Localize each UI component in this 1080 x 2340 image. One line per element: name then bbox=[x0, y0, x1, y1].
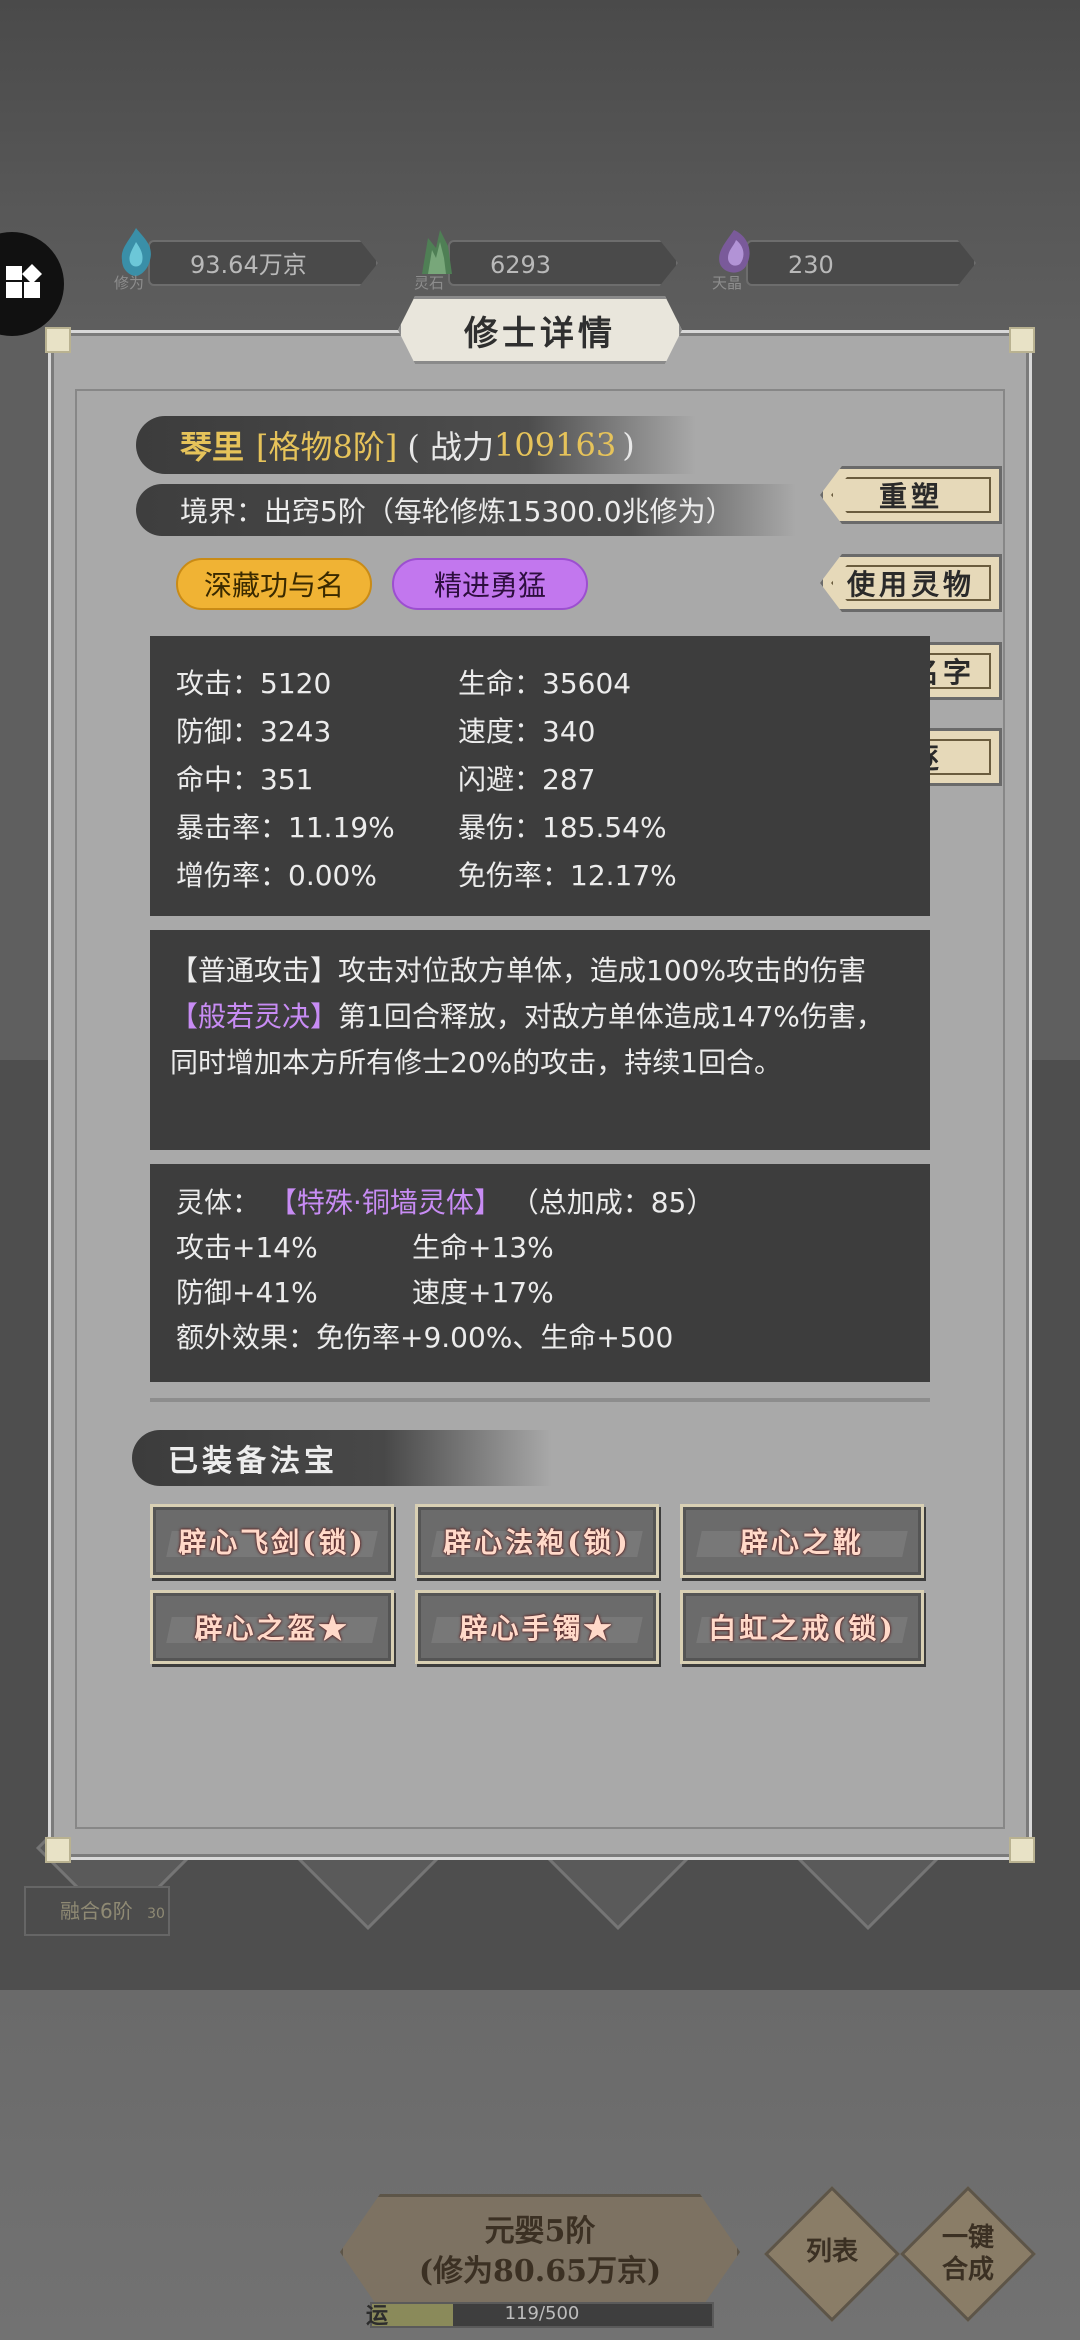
power-value: 109163 bbox=[494, 426, 617, 464]
equipment-slot[interactable]: 辟心手镯★ bbox=[415, 1590, 659, 1664]
stat-hp: 生命：35604 bbox=[458, 667, 632, 700]
spirit-body-stat: 生命+13% bbox=[412, 1231, 554, 1264]
frame-corner bbox=[45, 327, 71, 353]
equipped-treasures-header: 已装备法宝 bbox=[132, 1430, 552, 1486]
stat-damage-bonus: 增伤率：0.00% bbox=[176, 859, 377, 892]
skill-name: 【般若灵决】 bbox=[170, 1000, 339, 1033]
skills-panel: 【普通攻击】攻击对位敌方单体，造成100%攻击的伤害 【般若灵决】第1回合释放，… bbox=[150, 930, 930, 1150]
stat-dodge: 闪避：287 bbox=[458, 763, 596, 796]
equipment-slot[interactable]: 白虹之戒(锁) bbox=[680, 1590, 924, 1664]
resource-spirit-stone: 6293 灵石 bbox=[408, 230, 678, 292]
stat-defense: 防御：3243 bbox=[176, 715, 332, 748]
luck-value: 119/500 bbox=[504, 2303, 580, 2324]
dialog-title: 修士详情 bbox=[398, 296, 682, 364]
spirit-body-stat: 速度+17% bbox=[412, 1276, 554, 1309]
stat-row: 命中：351 闪避：287 bbox=[176, 756, 904, 804]
spirit-body-name: 【特殊·铜墙灵体】 bbox=[268, 1186, 502, 1219]
spirit-body-total: （总加成：85） bbox=[510, 1186, 715, 1219]
reshape-button[interactable]: 重塑 bbox=[820, 466, 1002, 524]
spirit-body-row: 攻击+14% 生命+13% bbox=[176, 1225, 904, 1270]
breakthrough-button[interactable]: 元婴5阶 (修为80.65万京) bbox=[340, 2194, 740, 2310]
auto-merge-label-2: 合成 bbox=[941, 2255, 994, 2285]
list-button-label: 列表 bbox=[805, 2237, 858, 2267]
cultivator-name: 琴里 bbox=[180, 428, 245, 466]
card-number: 30 bbox=[147, 1906, 165, 1922]
resource-caption: 灵石 bbox=[414, 274, 445, 292]
equipment-name: 辟心法袍(锁) bbox=[443, 1526, 631, 1559]
stat-crit-rate: 暴击率：11.19% bbox=[176, 811, 395, 844]
spirit-body-stat: 防御+41% bbox=[176, 1276, 318, 1309]
power-suffix: ) bbox=[622, 426, 635, 464]
use-spirit-item-label: 使用灵物 bbox=[846, 568, 975, 601]
resource-sky-crystal: 230 天晶 bbox=[706, 230, 976, 292]
skill-description: 攻击对位敌方单体，造成100%攻击的伤害 bbox=[338, 954, 867, 987]
realm-info: 境界：出窍5阶（每轮修炼15300.0兆修为） bbox=[136, 484, 796, 536]
breakthrough-rank: 元婴5阶 bbox=[484, 2214, 596, 2249]
trait-tag-purple[interactable]: 精进勇猛 bbox=[392, 558, 588, 610]
background-cultivator-card: 融合6阶 30 bbox=[24, 1886, 170, 1936]
frame-corner bbox=[1009, 1837, 1035, 1863]
section-divider bbox=[150, 1398, 930, 1402]
stat-speed: 速度：340 bbox=[458, 715, 596, 748]
resource-caption: 天晶 bbox=[712, 274, 743, 292]
puzzle-icon bbox=[6, 264, 42, 298]
skill-normal-attack: 【普通攻击】攻击对位敌方单体，造成100%攻击的伤害 bbox=[170, 948, 910, 994]
stat-attack: 攻击：5120 bbox=[176, 667, 332, 700]
trait-tag-gold[interactable]: 深藏功与名 bbox=[176, 558, 372, 610]
spirit-body-header: 灵体： 【特殊·铜墙灵体】 （总加成：85） bbox=[176, 1180, 904, 1225]
equipment-name: 辟心飞剑(锁) bbox=[178, 1526, 366, 1559]
cultivator-rank: [格物8阶] bbox=[256, 428, 398, 466]
luck-label: 运 bbox=[366, 2304, 389, 2329]
equipment-name: 辟心之盔★ bbox=[194, 1612, 350, 1645]
spirit-body-panel: 灵体： 【特殊·铜墙灵体】 （总加成：85） 攻击+14% 生命+13% 防御+… bbox=[150, 1164, 930, 1382]
skill-special: 【般若灵决】第1回合释放，对敌方单体造成147%伤害，同时增加本方所有修士20%… bbox=[170, 994, 910, 1086]
stat-row: 攻击：5120 生命：35604 bbox=[176, 660, 904, 708]
luck-progress-bar: 119/500 bbox=[370, 2302, 714, 2328]
breakthrough-cost: (修为80.65万京) bbox=[418, 2254, 662, 2289]
card-label: 融合6阶 bbox=[60, 1899, 133, 1923]
stat-damage-reduction: 免伤率：12.17% bbox=[458, 859, 677, 892]
equipment-name: 辟心手镯★ bbox=[459, 1612, 615, 1645]
resource-caption: 修为 bbox=[114, 274, 145, 292]
stats-panel: 攻击：5120 生命：35604 防御：3243 速度：340 命中：351 闪… bbox=[150, 636, 930, 916]
use-spirit-item-button[interactable]: 使用灵物 bbox=[820, 554, 1002, 612]
cultivator-name-banner: 琴里 [格物8阶] ( 战力 109163 ) bbox=[136, 416, 696, 474]
frame-corner bbox=[1009, 327, 1035, 353]
power-prefix: ( 战力 bbox=[407, 428, 495, 466]
stat-row: 防御：3243 速度：340 bbox=[176, 708, 904, 756]
frame-corner bbox=[45, 1837, 71, 1863]
skill-name: 【普通攻击】 bbox=[170, 954, 339, 987]
equipment-slot[interactable]: 辟心之盔★ bbox=[150, 1590, 394, 1664]
equipment-name: 白虹之戒(锁) bbox=[708, 1612, 896, 1645]
equipment-slot[interactable]: 辟心法袍(锁) bbox=[415, 1504, 659, 1578]
stat-row: 暴击率：11.19% 暴伤：185.54% bbox=[176, 804, 904, 852]
stat-crit-damage: 暴伤：185.54% bbox=[458, 811, 667, 844]
equipment-slot[interactable]: 辟心之靴 bbox=[680, 1504, 924, 1578]
extra-effect: 额外效果：免伤率+9.00%、生命+500 bbox=[176, 1321, 674, 1354]
auto-merge-label-1: 一键 bbox=[941, 2223, 994, 2253]
resource-value: 6293 bbox=[448, 240, 678, 286]
equipment-slot[interactable]: 辟心飞剑(锁) bbox=[150, 1504, 394, 1578]
resource-cultivation: 93.64万京 修为 bbox=[108, 228, 378, 292]
resource-value: 93.64万京 bbox=[148, 240, 378, 286]
spirit-body-label: 灵体： bbox=[176, 1186, 261, 1219]
stat-row: 增伤率：0.00% 免伤率：12.17% bbox=[176, 852, 904, 900]
resource-value: 230 bbox=[746, 240, 976, 286]
equipment-name: 辟心之靴 bbox=[739, 1526, 864, 1559]
reshape-button-label: 重塑 bbox=[878, 480, 943, 513]
spirit-body-stat: 攻击+14% bbox=[176, 1231, 318, 1264]
spirit-body-row: 防御+41% 速度+17% bbox=[176, 1270, 904, 1315]
stat-hit: 命中：351 bbox=[176, 763, 314, 796]
